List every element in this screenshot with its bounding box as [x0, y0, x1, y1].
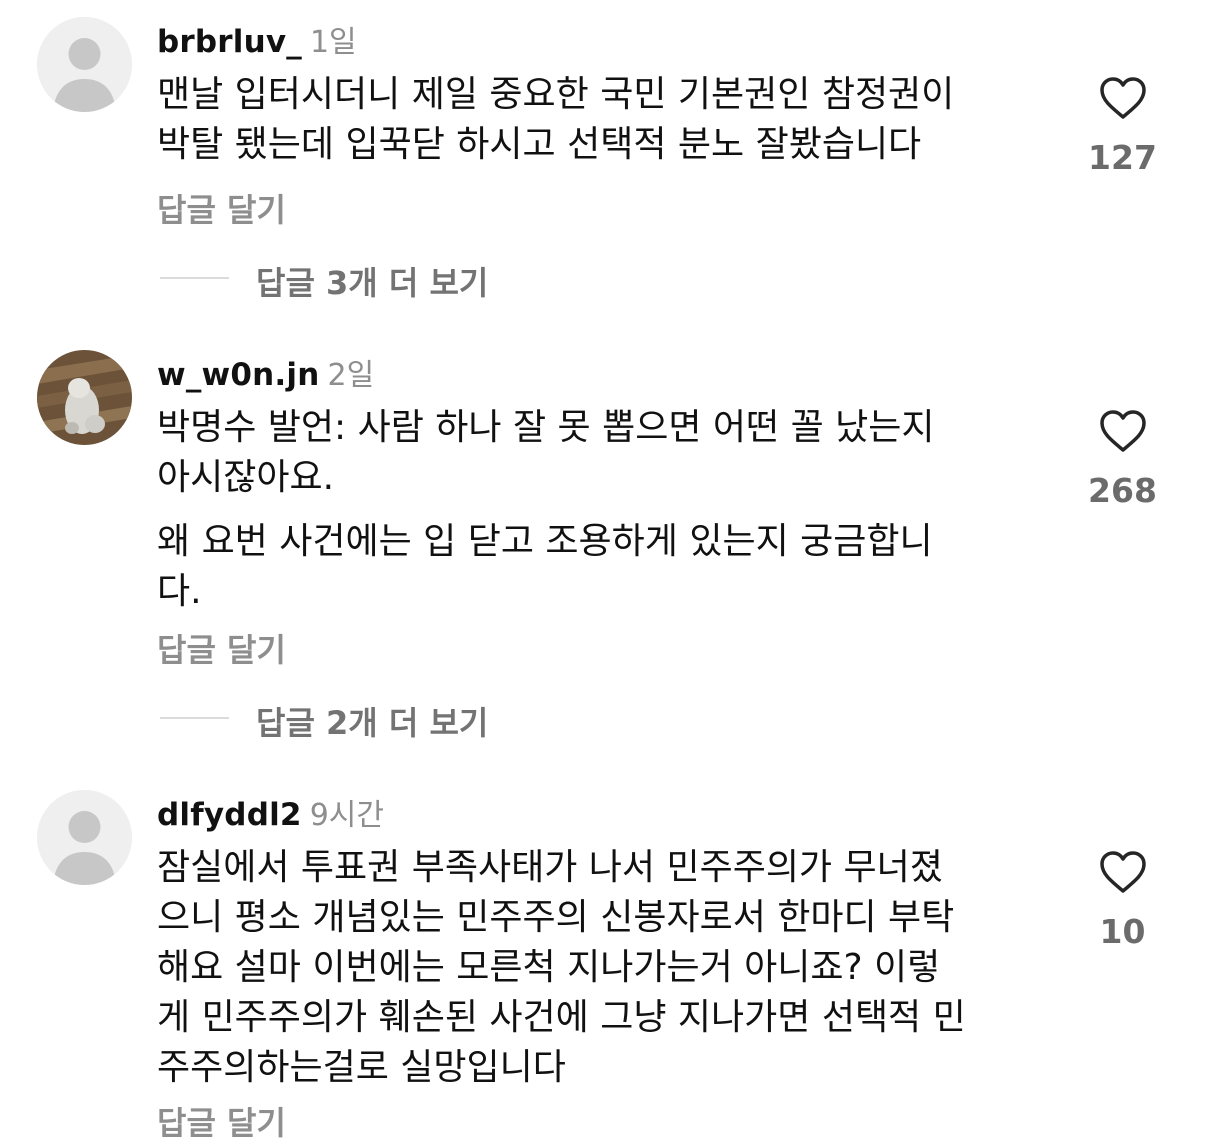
default-avatar-icon	[37, 790, 132, 885]
divider-line	[160, 717, 229, 719]
like-group: 127	[1085, 76, 1160, 177]
username[interactable]: w_w0n.jn	[157, 357, 320, 393]
comment-line: 맨날 입터시더니 제일 중요한 국민 기본권인 참정권이	[157, 74, 955, 115]
reply-button[interactable]: 답글 달기	[157, 625, 286, 671]
comment-line: 왜 요번 사건에는 입 닫고 조용하게 있는지 궁금합니	[157, 521, 933, 562]
comment-line: 게 민주주의가 훼손된 사건에 그냥 지나가면 선택적 민	[157, 997, 966, 1038]
comment-line: 해요 설마 이번에는 모른척 지나가는거 아니죠? 이렇	[157, 947, 941, 988]
comment-line: 다.	[157, 571, 202, 612]
timestamp: 1일	[309, 25, 357, 60]
view-replies-label: 답글 3개 더 보기	[256, 264, 489, 302]
divider-line	[160, 277, 229, 279]
avatar[interactable]	[37, 790, 132, 885]
comment-line: 주주의하는걸로 실망입니다	[157, 1047, 566, 1088]
comment-header: brbrluv_ 1일	[157, 17, 357, 61]
comment-header: w_w0n.jn 2일	[157, 350, 374, 394]
comment-text: 맨날 입터시더니 제일 중요한 국민 기본권인 참정권이 박탈 됐는데 입꾹닫 …	[157, 70, 1057, 170]
heart-outline-icon[interactable]	[1099, 850, 1147, 894]
comment-line: 박명수 발언: 사람 하나 잘 못 뽑으면 어떤 꼴 났는지	[157, 407, 935, 448]
reply-button[interactable]: 답글 달기	[157, 1098, 286, 1144]
avatar[interactable]	[37, 350, 132, 445]
heart-outline-icon[interactable]	[1099, 76, 1147, 120]
comment-line: 잠실에서 투표권 부족사태가 나서 민주주의가 무너졌	[157, 847, 943, 888]
like-group: 10	[1085, 850, 1160, 951]
comment-text: 잠실에서 투표권 부족사태가 나서 민주주의가 무너졌 으니 평소 개념있는 민…	[157, 843, 1057, 1093]
avatar[interactable]	[37, 17, 132, 112]
comment-header: dlfyddl2 9시간	[157, 790, 384, 834]
photo-avatar-icon	[37, 350, 132, 445]
comment-line: 박탈 됐는데 입꾹닫 하시고 선택적 분노 잘봤습니다	[157, 124, 922, 165]
heart-outline-icon[interactable]	[1099, 409, 1147, 453]
comment-line: 아시잖아요.	[157, 457, 335, 498]
timestamp: 2일	[327, 358, 375, 393]
username[interactable]: brbrluv_	[157, 24, 302, 60]
comment-text: 박명수 발언: 사람 하나 잘 못 뽑으면 어떤 꼴 났는지 아시잖아요. 왜 …	[157, 403, 1057, 617]
like-count: 10	[1099, 912, 1146, 951]
like-count: 268	[1088, 471, 1157, 510]
view-replies-label: 답글 2개 더 보기	[256, 704, 489, 742]
reply-button[interactable]: 답글 달기	[157, 185, 286, 231]
like-count: 127	[1088, 138, 1157, 177]
timestamp: 9시간	[309, 798, 384, 833]
default-avatar-icon	[37, 17, 132, 112]
username[interactable]: dlfyddl2	[157, 797, 302, 833]
like-group: 268	[1085, 409, 1160, 510]
comment-line: 으니 평소 개념있는 민주주의 신봉자로서 한마디 부탁	[157, 897, 955, 938]
